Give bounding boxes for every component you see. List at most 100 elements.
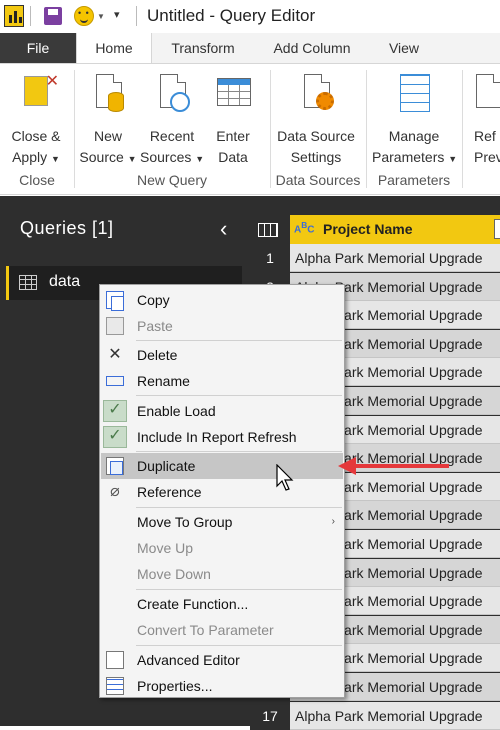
table-icon [19,275,37,290]
refresh-icon [476,74,500,108]
context-menu: Copy Paste ✕ Delete Rename ✓ Enable Load… [99,284,345,698]
close-apply-button[interactable]: Close & Apply ▼ [4,71,68,170]
query-item-label: data [49,273,81,290]
smiley-feedback-icon[interactable] [74,6,94,26]
menu-separator [136,645,342,646]
refresh-preview-label: Ref [474,128,496,144]
annotation-arrow-head [338,457,356,475]
manage-parameters-button[interactable]: Manage Parameters ▼ [372,72,458,170]
menu-item-include-in-report-refresh[interactable]: ✓ Include In Report Refresh [101,424,343,450]
new-source-label: New [93,128,122,144]
new-source-button[interactable]: New Source ▼ [78,72,138,170]
menu-item-enable-load[interactable]: ✓ Enable Load [101,398,343,424]
refresh-preview-button[interactable]: Ref Prev [474,72,500,168]
menu-item-label: Enable Load [137,403,216,419]
column-header-label: Project Name [323,221,413,237]
menu-item-label: Move To Group [137,514,233,530]
table-row[interactable]: 1 Alpha Park Memorial Upgrade [250,244,500,272]
menu-item-label: Reference [137,484,202,500]
chevron-down-icon: ▼ [195,154,205,164]
menu-item-reference[interactable]: ⌀ Reference [101,479,343,505]
menu-item-move-up: Move Up [101,535,343,561]
menu-item-move-to-group[interactable]: Move To Group › [101,509,343,535]
menu-item-label: Paste [137,318,173,334]
chevron-right-icon: › [331,516,335,527]
save-icon[interactable] [44,7,62,25]
tab-transform[interactable]: Transform [160,33,246,63]
recent-sources-label: Recent [149,128,195,144]
group-label-data-sources: Data Sources [275,172,361,188]
ribbon-group-divider [366,70,367,188]
enter-data-button[interactable]: Enter Data [210,72,256,168]
menu-item-rename[interactable]: Rename [101,368,343,394]
tab-add-column[interactable]: Add Column [262,33,362,63]
table-menu-icon[interactable] [258,223,278,237]
manage-parameters-label: Manage [388,128,440,144]
enter-data-label: Enter [216,128,250,144]
gear-icon [316,92,334,110]
power-bi-logo-icon [4,5,24,27]
window-title: Untitled - Query Editor [147,6,316,25]
table-row[interactable]: 17 Alpha Park Memorial Upgrade [250,701,500,730]
menu-item-properties[interactable]: Properties... [101,673,343,699]
table-cell[interactable]: Alpha Park Memorial Upgrade [290,701,500,730]
menu-item-create-function[interactable]: Create Function... [101,591,343,617]
recent-sources-button[interactable]: Recent Sources ▼ [140,72,204,170]
column-filter-icon[interactable] [494,219,500,239]
properties-icon [106,677,124,695]
menu-separator [136,589,342,590]
toolbar-divider [30,6,31,26]
feedback-dropdown-icon[interactable]: ▼ [97,12,105,21]
menu-item-label: Create Function... [137,596,249,612]
tab-view[interactable]: View [378,33,430,63]
paperclip-icon: ⌀ [110,483,120,500]
menu-item-delete[interactable]: ✕ Delete [101,342,343,368]
tab-file[interactable]: File [0,33,76,63]
text-type-icon[interactable]: ABC [294,220,314,235]
close-apply-label: Close & [11,128,61,144]
data-source-settings-button[interactable]: Data Source Settings [276,72,356,168]
menu-item-move-down: Move Down [101,561,343,587]
title-bar: ▼ ▾ Untitled - Query Editor [0,0,500,33]
row-number[interactable]: 17 [250,701,290,730]
paste-icon [106,317,124,335]
menu-item-label: Advanced Editor [137,652,240,668]
parameters-icon [400,74,430,112]
menu-item-label: Duplicate [137,458,196,474]
annotation-arrow [353,464,449,468]
manage-parameters-label-2: Parameters [372,149,445,165]
ribbon-tabs: File Home Transform Add Column View [0,33,500,64]
group-label-new-query: New Query [136,172,208,188]
close-apply-icon [24,71,59,106]
menu-item-convert-to-parameter: Convert To Parameter [101,617,343,643]
menu-item-label: Move Up [137,540,194,556]
ribbon-group-divider [74,70,75,188]
rename-icon [106,376,124,386]
chevron-down-icon: ▼ [448,154,458,164]
ribbon-group-divider [270,70,271,188]
menu-item-label: Move Down [137,566,211,582]
menu-item-label: Convert To Parameter [137,622,274,638]
table-cell[interactable]: Alpha Park Memorial Upgrade [290,244,500,272]
tab-home[interactable]: Home [76,33,152,64]
delete-x-icon: ✕ [108,346,122,363]
menu-item-advanced-editor[interactable]: Advanced Editor [101,647,343,673]
group-label-parameters: Parameters [377,172,451,188]
customize-toolbar-icon[interactable]: ▾ [114,8,120,21]
close-apply-label-2: Apply [12,149,48,165]
menu-item-paste: Paste [101,313,343,339]
new-source-label-2: Source [79,149,124,165]
chevron-down-icon: ▼ [127,154,137,164]
chevron-left-icon[interactable]: ‹ [220,216,227,242]
chevron-down-icon: ▼ [51,154,60,164]
menu-separator [136,340,342,341]
menu-item-duplicate[interactable]: Duplicate [101,453,343,479]
checkmark-icon: ✓ [103,400,127,422]
row-number[interactable]: 1 [250,244,290,272]
data-source-settings-label: Data Source [277,128,355,144]
refresh-preview-label-2: Prev [474,149,500,165]
duplicate-icon [106,457,124,475]
menu-separator [136,507,342,508]
menu-item-label: Include In Report Refresh [137,429,297,445]
menu-item-copy[interactable]: Copy [101,287,343,313]
